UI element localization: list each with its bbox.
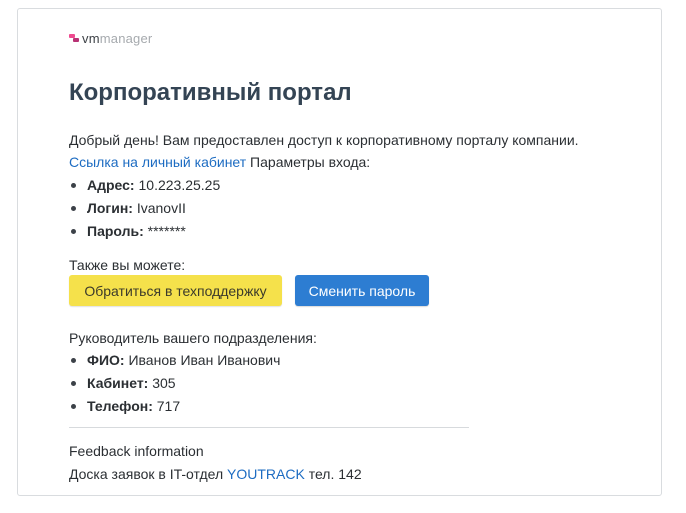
logo-vm-text: vm — [82, 31, 100, 46]
manager-value: 305 — [148, 375, 176, 391]
credential-address: Адрес: 10.223.25.25 — [69, 174, 220, 197]
manager-value: Иванов Иван Иванович — [124, 352, 281, 368]
manager-value: 717 — [152, 398, 181, 414]
page-title: Корпоративный портал — [69, 79, 352, 106]
credential-label: Пароль: — [87, 223, 144, 239]
greeting-text: Добрый день! Вам предоставлен доступ к к… — [69, 132, 579, 148]
credentials-list: Адрес: 10.223.25.25 Логин: IvanovII Паро… — [69, 174, 220, 243]
cabinet-line: Ссылка на личный кабинет Параметры входа… — [69, 151, 370, 173]
manager-name: ФИО: Иванов Иван Иванович — [69, 349, 280, 372]
desk-prefix: Доска заявок в IT-отдел — [69, 466, 228, 482]
login-params-label: Параметры входа: — [246, 154, 371, 170]
desk-suffix: тел. 142 — [304, 466, 362, 482]
change-password-button[interactable]: Сменить пароль — [295, 275, 429, 306]
credential-value: 10.223.25.25 — [134, 177, 221, 193]
feedback-title: Feedback information — [69, 443, 204, 459]
credential-value: IvanovII — [132, 200, 186, 216]
email-card: vm manager Корпоративный портал Добрый де… — [17, 8, 662, 496]
manager-list: ФИО: Иванов Иван Иванович Кабинет: 305 Т… — [69, 349, 280, 418]
divider — [69, 427, 469, 428]
vmmanager-logo-icon — [69, 34, 81, 43]
also-label: Также вы можете: — [69, 257, 186, 273]
manager-label: Телефон: — [87, 398, 153, 414]
desk-line: Доска заявок в IT-отдел YOUTRACK тел. 14… — [69, 463, 362, 485]
credential-label: Адрес: — [87, 177, 135, 193]
manager-office: Кабинет: 305 — [69, 372, 280, 395]
credential-value: ******* — [143, 223, 186, 239]
manager-heading: Руководитель вашего подразделения: — [69, 330, 317, 346]
support-button[interactable]: Обратиться в техподдержку — [69, 275, 282, 306]
manager-label: ФИО: — [87, 352, 125, 368]
credential-password: Пароль: ******* — [69, 220, 220, 243]
manager-label: Кабинет: — [87, 375, 149, 391]
cabinet-link[interactable]: Ссылка на личный кабинет — [69, 154, 246, 170]
logo-manager-text: manager — [99, 31, 153, 46]
vmmanager-logo: vm manager — [69, 31, 152, 46]
manager-phone: Телефон: 717 — [69, 395, 280, 418]
youtrack-link[interactable]: YOUTRACK — [227, 466, 305, 482]
credential-login: Логин: IvanovII — [69, 197, 220, 220]
credential-label: Логин: — [87, 200, 133, 216]
